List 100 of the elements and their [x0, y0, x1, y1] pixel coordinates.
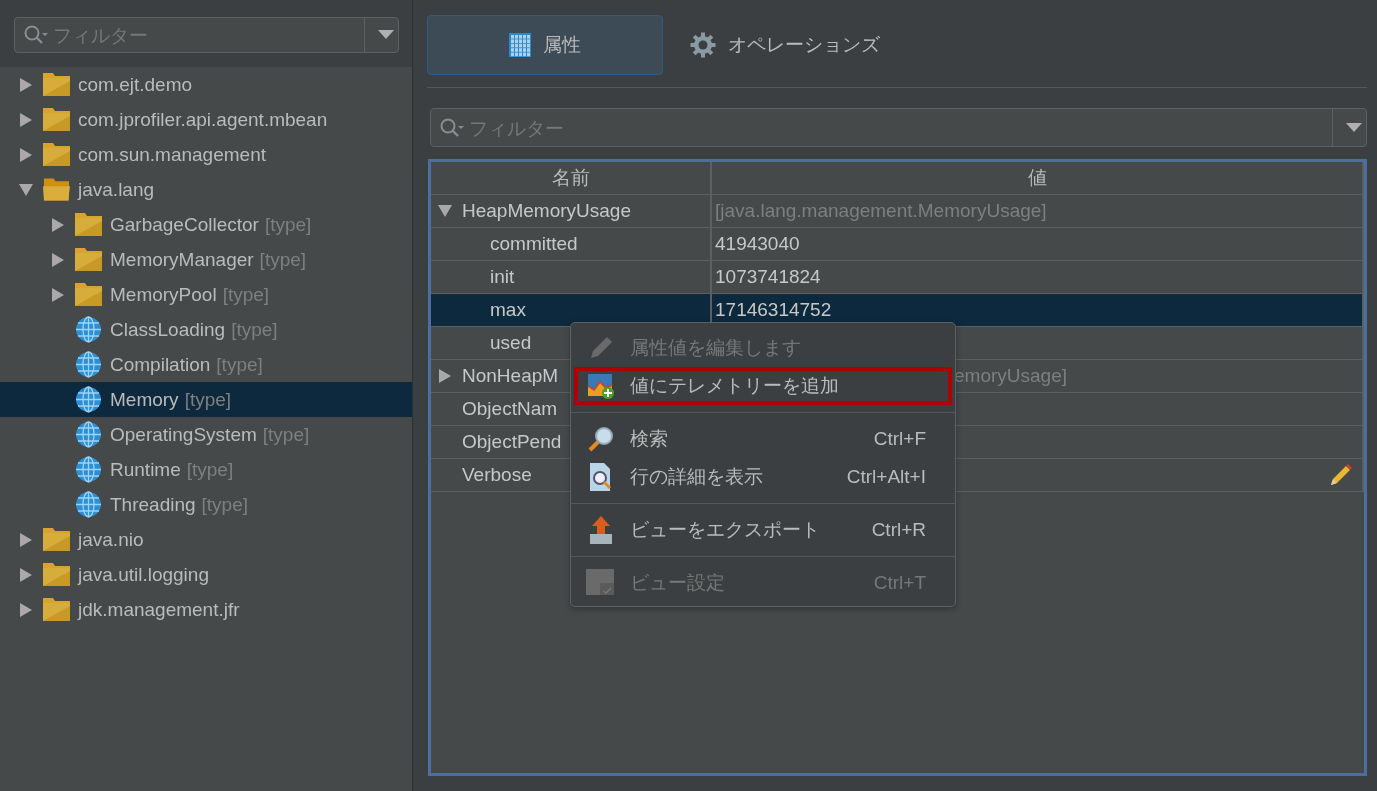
expand-arrow-icon[interactable]: [18, 601, 33, 618]
menu-item[interactable]: 値にテレメトリーを追加: [574, 367, 952, 405]
folder-icon: [43, 108, 70, 131]
menu-item[interactable]: ビューをエクスポート Ctrl+R: [574, 511, 952, 549]
folder-icon: [43, 73, 70, 96]
table-icon: [509, 33, 531, 57]
folder-icon: [43, 563, 70, 586]
attribute-name: ObjectNam: [462, 398, 558, 420]
table-row[interactable]: committed 41943040: [431, 228, 1364, 261]
attribute-name: ObjectPend: [462, 431, 562, 453]
globe-icon: [75, 421, 102, 448]
folder-icon: [43, 598, 70, 621]
expand-arrow-icon[interactable]: [18, 566, 33, 583]
tree-item-label: Memory: [110, 388, 179, 411]
tab[interactable]: 属性: [427, 15, 663, 75]
search-icon: [439, 116, 465, 139]
attribute-name: init: [490, 266, 515, 288]
globe-icon: [75, 386, 102, 413]
folder-icon: [43, 143, 70, 166]
caret-icon: [1345, 122, 1362, 133]
pencil-icon[interactable]: [1330, 464, 1352, 486]
tree-item[interactable]: MemoryPool [type]: [0, 277, 412, 312]
globe-icon: [75, 351, 102, 378]
expand-arrow-icon[interactable]: [50, 251, 65, 268]
tree-item-label: java.lang: [78, 178, 155, 201]
chart-add-icon: [587, 372, 615, 400]
type-suffix: [type]: [231, 318, 278, 341]
shortcut-label: Ctrl+F: [873, 428, 926, 450]
tree-item[interactable]: com.jprofiler.api.agent.mbean: [0, 102, 412, 137]
tree-item[interactable]: jdk.management.jfr: [0, 592, 412, 627]
table-row[interactable]: max 17146314752: [431, 294, 1364, 327]
caret-icon: [377, 30, 394, 40]
folder-icon: [75, 248, 102, 271]
attribute-value: 1073741824: [715, 266, 821, 288]
type-suffix: [type]: [222, 283, 270, 306]
expand-arrow-icon[interactable]: [18, 76, 33, 93]
tree-item-label: Threading: [110, 493, 196, 516]
tree-item[interactable]: ClassLoading [type]: [0, 312, 412, 347]
attribute-value: 17146314752: [715, 299, 832, 321]
attribute-value: 41943040: [715, 233, 800, 255]
tab[interactable]: オペレーションズ: [687, 15, 883, 75]
expand-arrow-icon[interactable]: [18, 146, 33, 163]
tree-item-label: OperatingSystem: [110, 423, 257, 446]
tree-item[interactable]: java.util.logging: [0, 557, 412, 592]
export-icon: [588, 515, 614, 545]
tree-item[interactable]: java.lang: [0, 172, 412, 207]
tree-item[interactable]: com.sun.management: [0, 137, 412, 172]
type-suffix: [type]: [264, 213, 312, 236]
shortcut-label: Ctrl+T: [873, 572, 926, 594]
attribute-name: used: [490, 332, 532, 354]
collapse-arrow-icon[interactable]: [17, 182, 34, 197]
tree-item[interactable]: Compilation [type]: [0, 347, 412, 382]
expand-arrow-icon[interactable]: [18, 111, 33, 128]
tree-item-label: com.ejt.demo: [78, 73, 193, 96]
column-header[interactable]: 名前: [431, 162, 712, 194]
table-row[interactable]: HeapMemoryUsage [java.lang.management.MemoryUsage]: [431, 195, 1364, 228]
attribute-name: NonHeapM: [462, 365, 559, 387]
column-header[interactable]: 値: [712, 162, 1364, 194]
tree-item[interactable]: MemoryManager [type]: [0, 242, 412, 277]
tree-item[interactable]: OperatingSystem [type]: [0, 417, 412, 452]
tree-item-label: java.util.logging: [78, 563, 209, 586]
expand-arrow-icon[interactable]: [18, 531, 33, 548]
expand-arrow-icon[interactable]: [50, 216, 65, 233]
folder-icon: [75, 213, 102, 236]
tree-item[interactable]: com.ejt.demo: [0, 67, 412, 102]
tree-item[interactable]: Threading [type]: [0, 487, 412, 522]
tree-item-label: java.nio: [78, 528, 144, 551]
tree-item[interactable]: Runtime [type]: [0, 452, 412, 487]
folder-icon: [75, 283, 102, 306]
type-suffix: [type]: [184, 388, 232, 411]
attribute-name: Verbose: [462, 464, 532, 486]
search-icon: [23, 24, 49, 46]
open-folder-icon: [43, 178, 70, 201]
tree-item-label: GarbageCollector: [110, 213, 259, 236]
expand-arrow-icon[interactable]: [438, 368, 452, 384]
tree-item-label: Runtime: [110, 458, 181, 481]
attribute-value: [java.lang.management.MemoryUsage]: [715, 200, 1047, 222]
tree-item[interactable]: GarbageCollector [type]: [0, 207, 412, 242]
tree-item[interactable]: Memory [type]: [0, 382, 412, 417]
tree-item-label: com.jprofiler.api.agent.mbean: [78, 108, 328, 131]
tree-item-label: MemoryManager: [110, 248, 254, 271]
collapse-arrow-icon[interactable]: [437, 204, 453, 218]
tree-item-label: ClassLoading: [110, 318, 226, 341]
tree-item-label: MemoryPool: [110, 283, 217, 306]
globe-icon: [75, 456, 102, 483]
type-suffix: [type]: [201, 493, 249, 516]
type-suffix: [type]: [186, 458, 234, 481]
folder-icon: [43, 528, 70, 551]
tree-item[interactable]: java.nio: [0, 522, 412, 557]
gear-icon: [690, 32, 716, 58]
attribute-name: committed: [490, 233, 578, 255]
globe-icon: [75, 316, 102, 343]
tree-item-label: Compilation: [110, 353, 211, 376]
shortcut-label: Ctrl+Alt+I: [846, 466, 926, 488]
settings-icon: [586, 569, 616, 597]
tree-item-label: com.sun.management: [78, 143, 266, 166]
attribute-value: emoryUsage]: [954, 365, 1067, 387]
expand-arrow-icon[interactable]: [50, 286, 65, 303]
attribute-name: HeapMemoryUsage: [462, 200, 631, 222]
shortcut-label: Ctrl+R: [871, 519, 926, 541]
